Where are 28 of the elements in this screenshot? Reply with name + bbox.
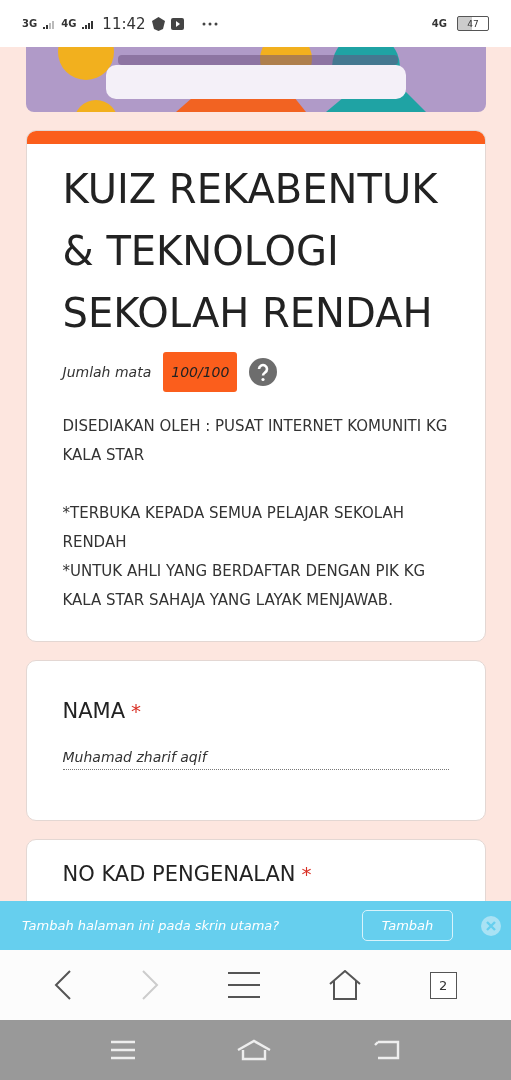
banner-message: Tambah halaman ini pada skrin utama? <box>22 918 281 933</box>
answer-field[interactable]: Muhamad zharif aqif <box>62 749 449 770</box>
question-label: NAMA <box>62 699 126 723</box>
points-label: Jumlah mata <box>62 364 152 380</box>
form-description: *TERBUKA KEPADA SEMUA PELAJAR SEKOLAH RENDAH <box>62 503 406 553</box>
required-mark: * <box>131 699 142 723</box>
required-mark: * <box>301 862 312 886</box>
network-type: 3G <box>22 18 38 29</box>
back-icon[interactable] <box>54 970 73 1000</box>
network-type: 4G <box>431 18 447 29</box>
signal-icon <box>82 18 95 29</box>
points-badge: 100/100 <box>163 352 238 392</box>
network-type: 4G <box>61 18 77 29</box>
battery-icon: 47 <box>457 16 489 31</box>
form-description: DISEDIAKAN OLEH : PUSAT INTERNET KOMUNITI KG KALA STAR <box>62 416 449 466</box>
form-description: *UNTUK AHLI YANG BERDAFTAR DENGAN PIK KG KALA STAR SAHAJA YANG LAYAK MENJAWAB. <box>62 561 427 611</box>
shield-icon <box>151 16 165 31</box>
help-icon[interactable] <box>249 358 278 386</box>
menu-icon[interactable] <box>228 972 260 998</box>
play-icon <box>170 17 184 30</box>
tabs-button[interactable]: 2 <box>429 971 457 999</box>
close-icon[interactable] <box>481 915 501 936</box>
more-icon <box>201 21 218 26</box>
signal-icon <box>43 18 56 29</box>
home-icon[interactable] <box>328 970 361 1000</box>
form-title: KUIZ REKABENTUK & TEKNOLOGI SEKOLAH RENDAH <box>62 165 439 338</box>
clock-time: 11:42 <box>102 14 146 33</box>
question-label: NO KAD PENGENALAN <box>62 862 296 886</box>
